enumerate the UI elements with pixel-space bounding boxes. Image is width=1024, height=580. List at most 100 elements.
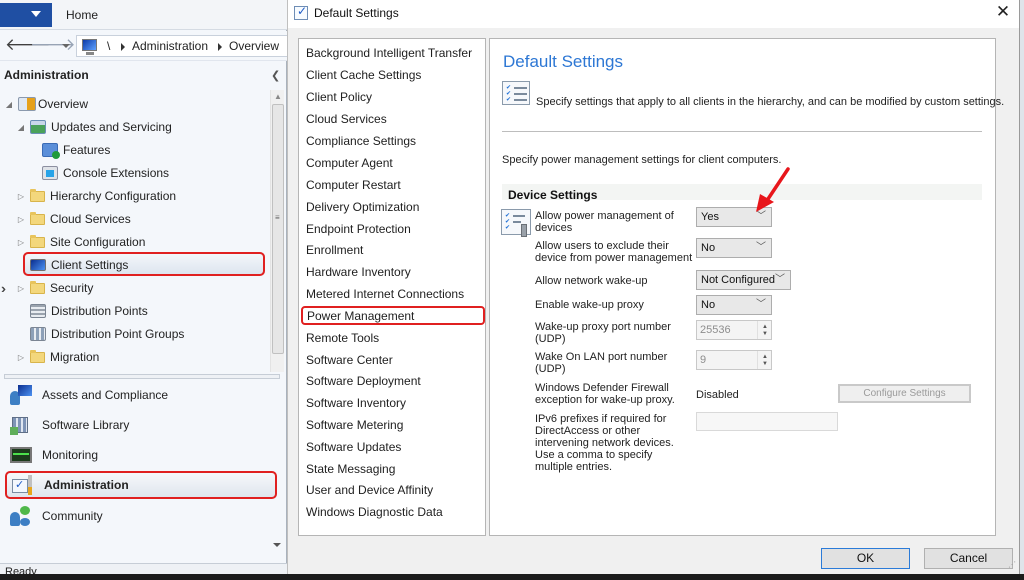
category-client-policy[interactable]: Client Policy (300, 88, 484, 109)
workspace-header: Administration (4, 68, 89, 82)
spin-down-icon[interactable]: ▼ (762, 331, 768, 337)
ok-button[interactable]: OK (821, 548, 910, 569)
features-icon (42, 143, 60, 159)
category-computer-restart[interactable]: Computer Restart (300, 176, 484, 197)
tree-item-hierarchy-configuration[interactable]: ▷ Hierarchy Configuration (16, 185, 176, 207)
category-delivery-optimization[interactable]: Delivery Optimization (300, 198, 484, 219)
breadcrumb-item-overview[interactable]: Overview (229, 39, 279, 53)
workspace-label: Software Library (42, 418, 130, 432)
tree-item-features[interactable]: Features (42, 139, 110, 161)
scrollbar-thumb[interactable] (272, 104, 284, 354)
category-computer-agent[interactable]: Computer Agent (300, 154, 484, 175)
tree-item-console-extensions[interactable]: Console Extensions (42, 162, 169, 184)
workspace-label: Assets and Compliance (42, 388, 169, 402)
breadcrumb-separator-icon[interactable] (218, 43, 222, 51)
page-title: Default Settings (503, 52, 624, 71)
breadcrumb[interactable]: \ Administration Overview (76, 35, 288, 57)
category-software-deployment[interactable]: Software Deployment (300, 372, 484, 393)
category-windows-diagnostic-data[interactable]: Windows Diagnostic Data (300, 503, 484, 524)
select-value: Yes (701, 211, 719, 223)
category-hardware-inventory[interactable]: Hardware Inventory (300, 263, 484, 284)
category-client-cache-settings[interactable]: Client Cache Settings (300, 66, 484, 87)
tree-item-site-configuration[interactable]: ▷ Site Configuration (16, 231, 145, 253)
category-metered-internet-connections[interactable]: Metered Internet Connections (300, 285, 484, 306)
device-settings-icon: ✔ ✔ ✔ (501, 209, 531, 237)
tab-home[interactable]: Home (66, 8, 98, 22)
allow-exclude-select[interactable]: No ﹀ (696, 238, 772, 258)
tree-item-label: Console Extensions (63, 166, 170, 180)
resize-grip-icon[interactable]: ⋰ (1008, 560, 1016, 569)
tree-item-security[interactable]: ▷ Security (16, 277, 93, 299)
network-wakeup-select[interactable]: Not Configured ﹀ (696, 270, 791, 290)
tree-item-cloud-services[interactable]: ▷ Cloud Services (16, 208, 131, 230)
category-software-inventory[interactable]: Software Inventory (300, 394, 484, 415)
tree-item-label: Migration (50, 350, 100, 364)
workspace-software-library[interactable]: Software Library (5, 411, 277, 439)
navigation-bar: 🡐 🡒 \ Administration Overview (0, 31, 288, 61)
spin-up-icon[interactable]: ▲ (762, 324, 768, 330)
category-software-metering[interactable]: Software Metering (300, 416, 484, 437)
category-state-messaging[interactable]: State Messaging (300, 460, 484, 481)
folder-icon (30, 188, 45, 202)
workspace-administration[interactable]: ✓ Administration (5, 471, 277, 499)
folder-icon (30, 349, 45, 363)
collapsed-triangle-icon[interactable]: ▷ (16, 215, 26, 224)
workspace-assets-and-compliance[interactable]: Assets and Compliance (5, 381, 277, 409)
tree-item-updates-and-servicing[interactable]: ◢ Updates and Servicing (16, 116, 172, 138)
collapsed-triangle-icon[interactable]: ▷ (16, 353, 26, 362)
collapsed-triangle-icon[interactable]: ▷ (16, 284, 26, 293)
breadcrumb-root[interactable]: \ (107, 39, 110, 53)
category-cloud-services[interactable]: Cloud Services (300, 110, 484, 131)
collapsed-triangle-icon[interactable]: ▷ (16, 238, 26, 247)
category-software-center[interactable]: Software Center (300, 351, 484, 372)
breadcrumb-item-administration[interactable]: Administration (132, 39, 208, 53)
monitoring-icon (10, 445, 32, 465)
setting-label: Enable wake-up proxy (535, 299, 644, 311)
spin-up-icon[interactable]: ▲ (762, 354, 768, 360)
category-compliance-settings[interactable]: Compliance Settings (300, 132, 484, 153)
collapsed-triangle-icon[interactable]: ▷ (16, 192, 26, 201)
category-user-and-device-affinity[interactable]: User and Device Affinity (300, 481, 484, 502)
category-power-management[interactable]: Power Management (301, 306, 485, 325)
spinner-arrows[interactable]: ▲ ▼ (757, 321, 771, 339)
tree-item-label: Client Settings (51, 258, 129, 272)
spinner-arrows[interactable]: ▲ ▼ (757, 351, 771, 369)
category-remote-tools[interactable]: Remote Tools (300, 329, 484, 350)
category-enrollment[interactable]: Enrollment (300, 241, 484, 262)
category-software-updates[interactable]: Software Updates (300, 438, 484, 459)
tree-item-overview[interactable]: ◢ Overview (4, 93, 88, 115)
tree-item-migration[interactable]: ▷ Migration (16, 346, 99, 368)
setting-label: Allow power management of devices (535, 210, 674, 234)
settings-content-pane: Default Settings ✔ ✔ ✔ Specify settings … (489, 38, 1004, 536)
select-value: Not Configured (701, 274, 775, 286)
distribution-point-groups-icon (30, 327, 46, 341)
file-menu-button[interactable] (0, 3, 52, 27)
expanded-triangle-icon[interactable]: ◢ (16, 123, 26, 132)
cancel-button[interactable]: Cancel (924, 548, 1013, 569)
configure-settings-button[interactable]: Configure Settings (838, 384, 971, 403)
horizontal-scrollbar[interactable] (4, 374, 280, 379)
proxy-port-spinner[interactable]: 25536 ▲ ▼ (696, 320, 772, 340)
select-value: No (701, 299, 716, 311)
dialog-titlebar[interactable]: Default Settings ✕ (288, 0, 1019, 28)
spin-down-icon[interactable]: ▼ (762, 361, 768, 367)
expanded-triangle-icon[interactable]: ◢ (4, 100, 14, 109)
history-dropdown-icon[interactable] (62, 44, 70, 48)
workspace-community[interactable]: Community (5, 502, 277, 530)
tree-item-distribution-point-groups[interactable]: Distribution Point Groups (30, 323, 184, 345)
category-endpoint-protection[interactable]: Endpoint Protection (300, 220, 484, 241)
workspace-monitoring[interactable]: Monitoring (5, 441, 277, 469)
breadcrumb-separator-icon[interactable] (121, 43, 125, 51)
tree-item-distribution-points[interactable]: Distribution Points (30, 300, 148, 322)
scroll-up-icon[interactable]: ▲ (274, 92, 282, 101)
more-workspaces-icon[interactable] (273, 543, 281, 547)
ipv6-prefixes-input[interactable] (696, 412, 838, 431)
wakeup-proxy-select[interactable]: No ﹀ (696, 295, 772, 315)
tree-item-label: Features (63, 143, 111, 157)
tree-scrollbar[interactable]: ▲ ≡ (270, 90, 284, 372)
wol-port-spinner[interactable]: 9 ▲ ▼ (696, 350, 772, 370)
tree-item-client-settings[interactable]: Client Settings (30, 254, 128, 276)
close-icon[interactable]: ✕ (992, 3, 1014, 23)
category-background-intelligent-transfer[interactable]: Background Intelligent Transfer (300, 44, 484, 65)
collapse-pane-icon[interactable]: ❮ (271, 69, 280, 82)
